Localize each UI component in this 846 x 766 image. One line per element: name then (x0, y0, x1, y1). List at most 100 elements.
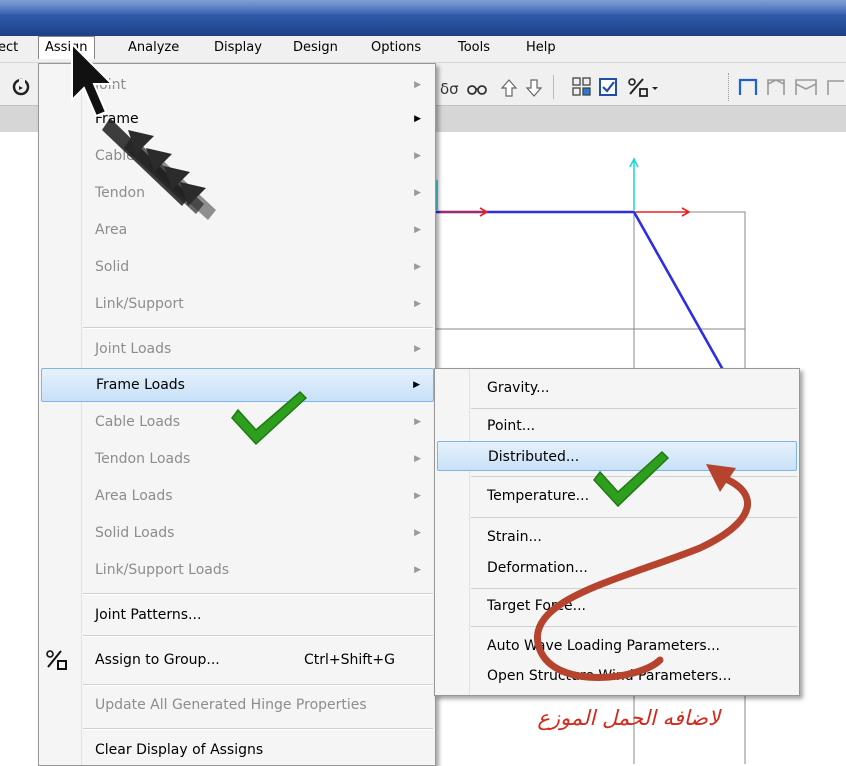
menu-item-label: Cable Loads (95, 414, 181, 430)
menu-item-label: Cable (95, 148, 135, 164)
menu-item-cable-loads[interactable]: Cable Loads ▶ (39, 407, 435, 437)
menu-item-label: Tendon (95, 185, 145, 201)
up-arrow-icon[interactable] (500, 78, 518, 98)
menu-item-label: Joint Loads (95, 341, 172, 357)
menu-item-label: Solid (95, 259, 130, 275)
menu-item-label: Area Loads (95, 488, 173, 504)
assign-group-icon[interactable] (626, 75, 660, 99)
submenu-arrow-icon: ▶ (414, 188, 421, 198)
submenu-arrow-icon: ▶ (414, 262, 421, 272)
submenu-arrow-icon: ▶ (414, 344, 421, 354)
frame-icon[interactable] (736, 75, 846, 99)
menu-tools[interactable]: Tools (458, 40, 490, 55)
menu-item-label: Area (95, 222, 128, 238)
cyan-axis-arrows (436, 157, 639, 210)
menu-separator (471, 588, 797, 589)
submenu-arrow-icon: ▶ (414, 454, 421, 464)
menu-item-joint-loads[interactable]: Joint Loads ▶ (39, 334, 435, 364)
toolbar-separator (553, 75, 554, 99)
menu-item-area-loads[interactable]: Area Loads ▶ (39, 481, 435, 511)
submenu-item-temperature[interactable]: Temperature... (435, 481, 799, 511)
menu-assign[interactable]: Assign (38, 36, 95, 59)
menu-separator (471, 408, 797, 409)
menu-item-label: Target Force... (487, 598, 586, 614)
menu-separator-highlight (83, 636, 433, 637)
menu-item-label: Clear Display of Assigns (95, 742, 264, 758)
assign-group-icon (46, 650, 67, 670)
submenu-arrow-icon: ▶ (414, 417, 421, 427)
menu-item-label: Strain... (487, 529, 542, 545)
submenu-item-gravity[interactable]: Gravity... (435, 373, 799, 403)
assign-menu: Joint ▶ Frame ▶ Cable ▶ Tendon ▶ Area ▶ … (38, 63, 436, 766)
menu-item-label: Link/Support (95, 296, 184, 312)
menu-item-label: Tendon Loads (95, 451, 191, 467)
menu-item-label: Link/Support Loads (95, 562, 230, 578)
menu-item-area[interactable]: Area ▶ (39, 215, 435, 245)
submenu-arrow-icon: ▶ (414, 528, 421, 538)
submenu-item-auto-wave-loading[interactable]: Auto Wave Loading Parameters... (435, 631, 799, 661)
menu-item-label: Frame (95, 111, 139, 127)
menu-item-link-support-loads[interactable]: Link/Support Loads ▶ (39, 555, 435, 585)
menu-item-label: Auto Wave Loading Parameters... (487, 638, 720, 654)
submenu-arrow-icon: ▶ (414, 114, 421, 124)
check-box-icon[interactable] (598, 76, 620, 98)
down-arrow-icon[interactable] (525, 78, 543, 98)
menu-item-tendon-loads[interactable]: Tendon Loads ▶ (39, 444, 435, 474)
frame-loads-submenu: Gravity... Point... Distributed... Tempe… (434, 368, 800, 696)
menu-separator-highlight (83, 685, 433, 686)
menu-item-label: Temperature... (487, 488, 590, 504)
rotate-icon[interactable] (10, 75, 34, 99)
submenu-item-strain[interactable]: Strain... (435, 522, 799, 552)
menu-item-label: Update All Generated Hinge Properties (95, 697, 367, 713)
menu-item-link-support[interactable]: Link/Support ▶ (39, 289, 435, 319)
menu-item-joint[interactable]: Joint ▶ (39, 70, 435, 100)
menu-item-update-hinge-properties[interactable]: Update All Generated Hinge Properties (39, 690, 435, 720)
menu-item-label: Solid Loads (95, 525, 175, 541)
arabic-annotation: لاضافه الحمل الموزع (537, 706, 720, 730)
menu-item-label: Joint (95, 77, 126, 93)
menu-item-solid[interactable]: Solid ▶ (39, 252, 435, 282)
submenu-item-point[interactable]: Point... (435, 411, 799, 441)
menu-item-clear-display-of-assigns[interactable]: Clear Display of Assigns (39, 735, 435, 765)
grid-icon[interactable] (571, 76, 593, 98)
menu-separator (471, 626, 797, 627)
title-bar-shine (0, 0, 846, 14)
svg-text:δσ: δσ (440, 80, 459, 98)
submenu-arrow-icon: ▶ (414, 491, 421, 501)
menu-item-cable[interactable]: Cable ▶ (39, 141, 435, 171)
menu-item-tendon[interactable]: Tendon ▶ (39, 178, 435, 208)
toolbar-grip (728, 73, 731, 101)
submenu-arrow-icon: ▶ (414, 225, 421, 235)
menu-item-label: Gravity... (487, 380, 550, 396)
menu-item-assign-to-group[interactable]: Assign to Group... Ctrl+Shift+G (39, 645, 435, 675)
submenu-item-distributed[interactable]: Distributed... (437, 441, 797, 471)
submenu-item-target-force[interactable]: Target Force... (435, 591, 799, 621)
menu-separator-highlight (83, 594, 433, 595)
menu-select[interactable]: ect (0, 40, 18, 55)
menu-separator-highlight (83, 328, 433, 329)
submenu-item-deformation[interactable]: Deformation... (435, 553, 799, 583)
menu-analyze[interactable]: Analyze (128, 40, 179, 55)
submenu-arrow-icon: ▶ (414, 80, 421, 90)
menu-item-frame[interactable]: Frame ▶ (39, 104, 435, 134)
menu-design[interactable]: Design (293, 40, 338, 55)
menu-options[interactable]: Options (371, 40, 421, 55)
menu-display[interactable]: Display (214, 40, 262, 55)
menu-item-label: Deformation... (487, 560, 588, 576)
menu-separator (471, 476, 797, 477)
menu-item-frame-loads[interactable]: Frame Loads ▶ (41, 368, 434, 402)
menu-item-solid-loads[interactable]: Solid Loads ▶ (39, 518, 435, 548)
glasses-icon[interactable]: δσ (440, 79, 488, 99)
menu-item-label: Open Structure Wind Parameters... (487, 668, 732, 684)
submenu-arrow-icon: ▶ (414, 151, 421, 161)
menu-help[interactable]: Help (526, 40, 556, 55)
menu-item-label: Point... (487, 418, 536, 434)
submenu-arrow-icon: ▶ (413, 380, 420, 390)
menu-bar: ect Assign Analyze Display Design Option… (0, 36, 846, 63)
menu-item-joint-patterns[interactable]: Joint Patterns... (39, 600, 435, 630)
menu-item-label: Joint Patterns... (95, 607, 202, 623)
menu-item-label: Assign to Group... (95, 652, 220, 668)
menu-item-label: Distributed... (488, 449, 580, 465)
menu-item-shortcut: Ctrl+Shift+G (303, 652, 395, 668)
submenu-item-open-structure-wind[interactable]: Open Structure Wind Parameters... (435, 661, 799, 691)
